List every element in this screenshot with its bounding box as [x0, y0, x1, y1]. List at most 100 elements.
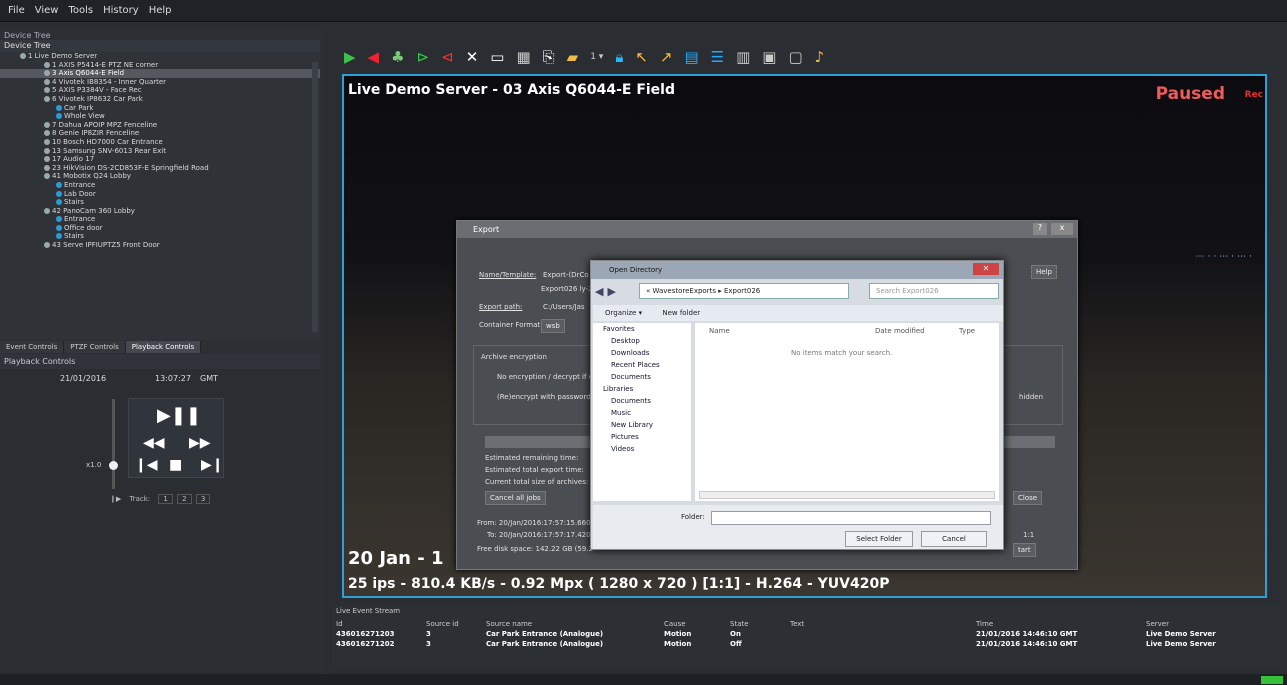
- layout-select[interactable]: 1 ▾: [590, 52, 603, 62]
- track-2[interactable]: 2: [177, 494, 192, 504]
- table-row[interactable]: 436016271203 3 Car Park Entrance (Analog…: [336, 629, 1276, 639]
- col-text[interactable]: Text: [790, 619, 976, 629]
- col-source-id[interactable]: Source id: [426, 619, 486, 629]
- grid-icon[interactable]: ▦: [516, 48, 530, 66]
- organize-button[interactable]: Organize ▾: [605, 309, 642, 317]
- chat-icon[interactable]: ▢: [788, 48, 802, 66]
- col-date[interactable]: Date modified: [875, 327, 925, 335]
- help-button[interactable]: Help: [1031, 265, 1057, 279]
- tree-item[interactable]: Office door: [0, 224, 320, 233]
- redo-icon[interactable]: ↗: [660, 48, 673, 66]
- fullscreen-icon[interactable]: ✕: [466, 48, 479, 66]
- tree-item[interactable]: Stairs: [0, 232, 320, 241]
- tree-item[interactable]: Stairs: [0, 198, 320, 207]
- list-icon[interactable]: ☰: [711, 48, 724, 66]
- nav-libraries[interactable]: Libraries: [603, 383, 691, 395]
- tree-item[interactable]: Whole View: [0, 112, 320, 121]
- tree-item[interactable]: 23 HikVision DS-2CD853F-E Springfield Ro…: [0, 164, 320, 173]
- path-field[interactable]: « WavestoreExports ▸ Export026: [639, 283, 849, 299]
- hidden-checkbox[interactable]: hidden: [1019, 393, 1043, 401]
- nav-new-library[interactable]: New Library: [603, 419, 691, 431]
- lock-icon[interactable]: 🔒︎: [615, 48, 623, 66]
- forward-icon[interactable]: ▶: [607, 285, 615, 298]
- tree-item[interactable]: 8 Genie IP8ZIR Fenceline: [0, 129, 320, 138]
- menu-view[interactable]: View: [35, 5, 59, 16]
- name-template-value[interactable]: Export-(DrCo: [543, 271, 589, 279]
- tree-item[interactable]: 1 Live Demo Server: [0, 52, 320, 61]
- tree-item[interactable]: 17 Audio 17: [0, 155, 320, 164]
- tree-item[interactable]: 3 Axis Q6044-E Field: [0, 69, 320, 78]
- playback-time[interactable]: 13:07:27: [155, 374, 191, 383]
- tree-item[interactable]: 1 AXIS P5414-E PTZ NE corner: [0, 61, 320, 70]
- nav-music[interactable]: Music: [603, 407, 691, 419]
- flag-red-icon[interactable]: ◀: [368, 48, 380, 66]
- speed-slider-knob[interactable]: [109, 461, 118, 470]
- container-format-select[interactable]: wsb: [541, 319, 565, 333]
- flag-forward-icon[interactable]: ⊳: [417, 48, 430, 66]
- flag-green-icon[interactable]: ▶: [344, 48, 356, 66]
- tree-item[interactable]: Entrance: [0, 181, 320, 190]
- col-type[interactable]: Type: [959, 327, 975, 335]
- microphone-icon[interactable]: ♪: [815, 48, 825, 66]
- col-name[interactable]: Name: [709, 327, 730, 335]
- cancel-all-jobs-button[interactable]: Cancel all jobs: [485, 491, 546, 505]
- h-scrollbar[interactable]: [699, 491, 995, 499]
- tree-item[interactable]: 4 Vivotek IB8354 - Inner Quarter: [0, 78, 320, 87]
- tree-item[interactable]: Car Park: [0, 104, 320, 113]
- close-button[interactable]: Close: [1013, 491, 1043, 505]
- stop-icon[interactable]: ■: [169, 457, 182, 473]
- nav-videos[interactable]: Videos: [603, 443, 691, 455]
- track-play-icon[interactable]: ❙▶: [110, 495, 121, 503]
- menu-history[interactable]: History: [103, 5, 139, 16]
- menu-help[interactable]: Help: [149, 5, 172, 16]
- skip-end-icon[interactable]: ▶❙: [201, 457, 224, 473]
- tree-item[interactable]: 41 Mobotix Q24 Lobby: [0, 172, 320, 181]
- menu-file[interactable]: File: [8, 5, 25, 16]
- back-icon[interactable]: ◀: [595, 285, 603, 298]
- barcode-icon[interactable]: ▥: [736, 48, 750, 66]
- timezone-select[interactable]: GMT: [200, 374, 218, 383]
- col-cause[interactable]: Cause: [664, 619, 730, 629]
- folder-input[interactable]: [711, 511, 991, 525]
- flag-back-icon[interactable]: ⊲: [441, 48, 454, 66]
- skip-start-icon[interactable]: ❙◀: [135, 457, 158, 473]
- nav-documents[interactable]: Documents: [603, 371, 691, 383]
- tab-ptzf-controls[interactable]: PTZF Controls: [64, 341, 126, 353]
- col-id[interactable]: Id: [336, 619, 426, 629]
- tree-item[interactable]: 10 Bosch HD7000 Car Entrance: [0, 138, 320, 147]
- folder-icon[interactable]: ▰: [567, 48, 579, 66]
- col-server[interactable]: Server: [1146, 619, 1276, 629]
- nav-recent-places[interactable]: Recent Places: [603, 359, 691, 371]
- reencrypt-radio[interactable]: (Re)encrypt with password:: [497, 393, 593, 401]
- table-row[interactable]: 436016271202 3 Car Park Entrance (Analog…: [336, 639, 1276, 649]
- calendar-icon[interactable]: ▣: [762, 48, 776, 66]
- export-icon[interactable]: ⎘: [543, 48, 555, 66]
- tab-playback-controls[interactable]: Playback Controls: [125, 341, 202, 353]
- tree-item[interactable]: 7 Dahua APOIP MPZ Fenceline: [0, 121, 320, 130]
- tree-item[interactable]: 43 Serve IPFIUPTZ5 Front Door: [0, 241, 320, 250]
- export-path-value[interactable]: C:/Users/Jas: [543, 303, 585, 311]
- menu-tools[interactable]: Tools: [68, 5, 93, 16]
- col-time[interactable]: Time: [976, 619, 1146, 629]
- nav-pictures[interactable]: Pictures: [603, 431, 691, 443]
- film-icon[interactable]: ▤: [684, 48, 698, 66]
- speed-slider[interactable]: [109, 399, 118, 489]
- tree-item[interactable]: 5 AXIS P3384V - Face Rec: [0, 86, 320, 95]
- playback-date[interactable]: 21/01/2016: [60, 374, 106, 383]
- tree-item[interactable]: Lab Door: [0, 190, 320, 199]
- tree-item[interactable]: Entrance: [0, 215, 320, 224]
- start-button[interactable]: tart: [1013, 543, 1036, 557]
- tree-scrollbar[interactable]: [312, 62, 318, 332]
- tree-icon[interactable]: ♣: [391, 48, 404, 66]
- help-icon[interactable]: ?: [1033, 223, 1047, 235]
- play-pause-icon[interactable]: ▶❚❚: [157, 405, 201, 426]
- monitor-icon[interactable]: ▭: [490, 48, 504, 66]
- track-1[interactable]: 1: [158, 494, 173, 504]
- tree-item[interactable]: 42 PanoCam 360 Lobby: [0, 207, 320, 216]
- new-folder-button[interactable]: New folder: [662, 309, 700, 317]
- rewind-icon[interactable]: ◀◀: [143, 435, 165, 451]
- fast-forward-icon[interactable]: ▶▶: [189, 435, 211, 451]
- undo-icon[interactable]: ↖: [635, 48, 648, 66]
- nav-lib-documents[interactable]: Documents: [603, 395, 691, 407]
- nav-downloads[interactable]: Downloads: [603, 347, 691, 359]
